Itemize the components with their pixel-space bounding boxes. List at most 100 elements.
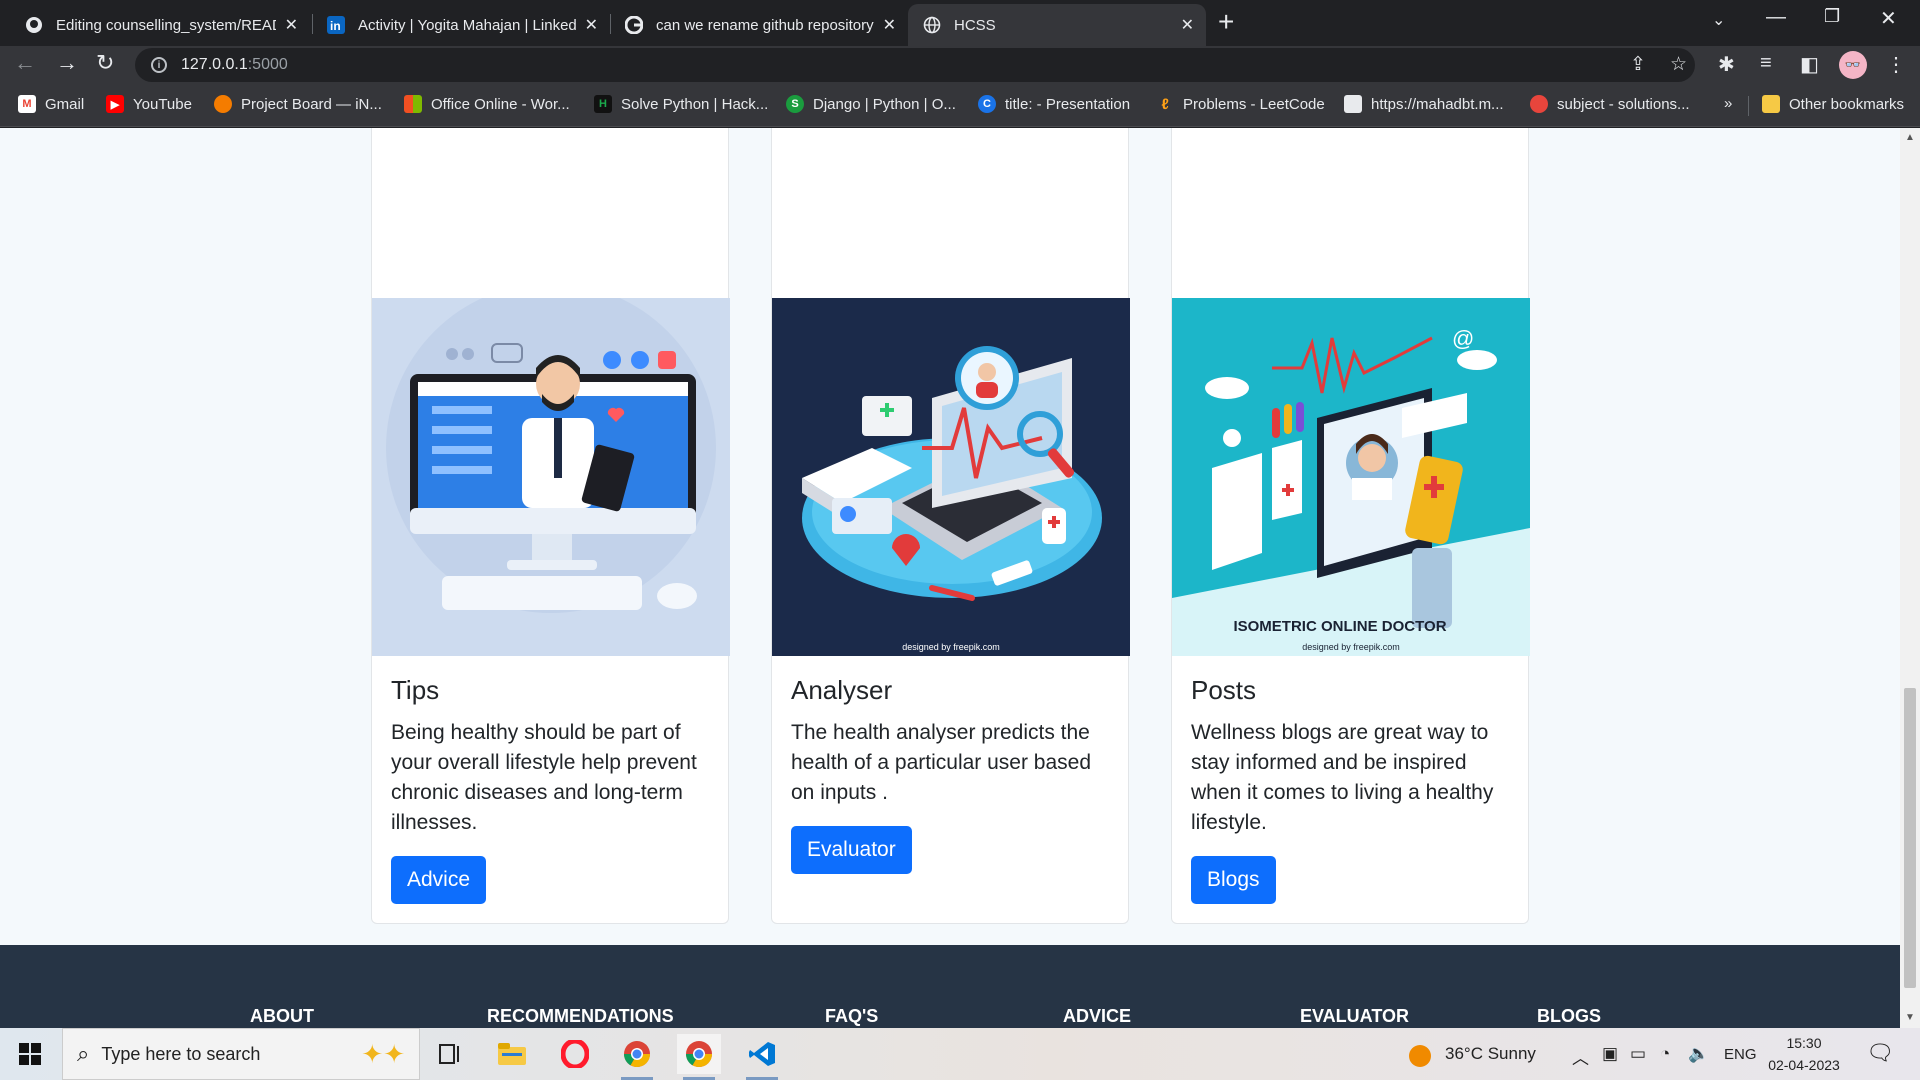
- close-tab-icon[interactable]: ✕: [585, 15, 598, 35]
- bookmark-presentation[interactable]: Ctitle: - Presentation: [978, 95, 1130, 113]
- bookmark-hackerrank[interactable]: H Solve Python | Hack...: [594, 95, 768, 113]
- forward-icon[interactable]: →: [56, 50, 78, 76]
- scroll-down-icon[interactable]: ▼: [1905, 1012, 1915, 1023]
- chrome-active-icon[interactable]: [677, 1034, 721, 1080]
- bookmark-gmail[interactable]: M Gmail: [18, 95, 84, 113]
- hackerrank-icon: H: [594, 95, 612, 113]
- scrollbar-thumb[interactable]: [1904, 688, 1916, 988]
- health-analysis-illustration: designed by freepik.com: [772, 298, 1130, 656]
- page-scrollbar[interactable]: ▲ ▼: [1900, 128, 1920, 1028]
- file-explorer-icon[interactable]: [490, 1034, 534, 1074]
- advice-button[interactable]: Advice: [391, 856, 487, 904]
- subject-icon: [1530, 95, 1548, 113]
- canva-icon: C: [978, 95, 996, 113]
- blogs-button[interactable]: Blogs: [1191, 856, 1276, 904]
- media-control-icon[interactable]: ≡: [1760, 52, 1772, 75]
- bookmark-django[interactable]: S Django | Python | O...: [786, 95, 956, 113]
- page-icon: [1344, 95, 1362, 113]
- footer-link-recommendations[interactable]: RECOMMENDATIONS: [487, 1006, 674, 1027]
- freepik-credit: designed by freepik.com: [902, 642, 1000, 652]
- restore-icon[interactable]: ❐: [1824, 6, 1840, 27]
- github-icon: [24, 15, 44, 35]
- minimize-icon[interactable]: —: [1766, 6, 1786, 29]
- volume-icon[interactable]: 🔈: [1688, 1044, 1709, 1064]
- menu-kebab-icon[interactable]: ⋮: [1886, 52, 1906, 77]
- footer-link-faqs[interactable]: FAQ'S: [825, 1006, 878, 1027]
- new-tab-icon[interactable]: +: [1218, 6, 1234, 38]
- profile-avatar[interactable]: 👓: [1839, 51, 1867, 79]
- share-icon[interactable]: ⇪: [1630, 53, 1646, 76]
- tray-chevron-up-icon[interactable]: ︿: [1572, 1044, 1589, 1069]
- scroll-up-icon[interactable]: ▲: [1905, 132, 1915, 143]
- svg-text:@: @: [1452, 326, 1474, 351]
- side-panel-icon[interactable]: ◧: [1800, 52, 1819, 77]
- vscode-icon[interactable]: [740, 1034, 784, 1080]
- footer-link-blogs[interactable]: BLOGS: [1537, 1006, 1601, 1027]
- bookmarks-overflow-icon[interactable]: »: [1724, 95, 1732, 112]
- bookmark-leetcode[interactable]: ℓ Problems - LeetCode: [1156, 95, 1324, 113]
- windows-taskbar: ⌕ Type here to search ✦✦ 36°C Sunny ︿ ▣ …: [0, 1028, 1920, 1080]
- isometric-online-doctor-illustration: @ ISOMETRIC ONLINE DOCTOR designed by fr…: [1172, 298, 1530, 656]
- search-icon: ⌕: [77, 1041, 90, 1066]
- taskbar-clock[interactable]: 15:30 02-04-2023: [1768, 1032, 1840, 1076]
- bookmark-other[interactable]: Other bookmarks: [1762, 95, 1904, 113]
- tab-github[interactable]: Editing counselling_system/READ ✕: [10, 4, 310, 46]
- weather-text[interactable]: 36°C Sunny: [1445, 1044, 1536, 1064]
- site-info-icon[interactable]: i: [151, 57, 167, 73]
- close-tab-icon[interactable]: ✕: [1181, 15, 1194, 35]
- illustration-banner: ISOMETRIC ONLINE DOCTOR: [1233, 618, 1446, 635]
- page-viewport: Tips Being healthy should be part of you…: [0, 128, 1920, 1028]
- close-tab-icon[interactable]: ✕: [883, 15, 896, 35]
- youtube-icon: ▶: [106, 95, 124, 113]
- footer-link-advice[interactable]: ADVICE: [1063, 1006, 1131, 1027]
- tab-google[interactable]: can we rename github repository ✕: [610, 4, 908, 46]
- tab-title: HCSS: [954, 16, 996, 34]
- bookmark-mahadbt[interactable]: https://mahadbt.m...: [1344, 95, 1504, 113]
- extensions-icon[interactable]: ✱: [1718, 52, 1735, 77]
- weather-sun-icon[interactable]: [1408, 1044, 1432, 1073]
- globe-icon: [922, 15, 942, 35]
- bookmark-office[interactable]: Office Online - Wor...: [404, 95, 570, 113]
- clock-date: 02-04-2023: [1768, 1057, 1840, 1073]
- taskbar-search-box[interactable]: ⌕ Type here to search ✦✦: [62, 1028, 420, 1080]
- evaluator-button[interactable]: Evaluator: [791, 826, 912, 874]
- clock-time: 15:30: [1786, 1035, 1822, 1051]
- language-indicator[interactable]: ENG: [1724, 1046, 1757, 1063]
- svg-text:in: in: [330, 19, 341, 33]
- url-text[interactable]: 127.0.0.1:5000: [181, 56, 288, 74]
- browser-tab-strip: Editing counselling_system/READ ✕ in Act…: [0, 0, 1920, 46]
- windows-start-icon[interactable]: [0, 1028, 60, 1080]
- tab-title: can we rename github repository: [656, 16, 874, 34]
- close-tab-icon[interactable]: ✕: [285, 15, 298, 35]
- window-close-icon[interactable]: ✕: [1880, 6, 1897, 31]
- footer-link-evaluator[interactable]: EVALUATOR: [1300, 1006, 1409, 1027]
- card-title: Posts: [1191, 675, 1257, 705]
- tab-linkedin[interactable]: in Activity | Yogita Mahajan | Linked ✕: [312, 4, 610, 46]
- tab-hcss[interactable]: HCSS ✕: [908, 4, 1206, 46]
- freepik-credit: designed by freepik.com: [1302, 642, 1400, 652]
- tab-search-chevron-icon[interactable]: ⌄: [1712, 10, 1725, 30]
- bookmark-project-board[interactable]: Project Board — iN...: [214, 95, 382, 113]
- notification-center-icon[interactable]: 🗨: [1866, 1040, 1894, 1066]
- battery-icon[interactable]: ▭: [1630, 1044, 1646, 1064]
- opera-icon[interactable]: [553, 1034, 597, 1074]
- task-view-icon[interactable]: [428, 1034, 472, 1074]
- bookmark-star-icon[interactable]: ☆: [1670, 53, 1687, 76]
- bookmarks-bar: M Gmail ▶ YouTube Project Board — iN... Of…: [0, 84, 1920, 127]
- footer-link-about[interactable]: ABOUT: [250, 1006, 314, 1027]
- google-icon: [624, 15, 644, 35]
- bookmark-youtube[interactable]: ▶ YouTube: [106, 95, 192, 113]
- reload-icon[interactable]: ↻: [96, 50, 114, 76]
- tab-title: Activity | Yogita Mahajan | Linked: [358, 16, 577, 34]
- back-icon[interactable]: ←: [14, 50, 36, 76]
- project-board-icon: [214, 95, 232, 113]
- chrome-icon[interactable]: [615, 1034, 659, 1080]
- linkedin-icon: in: [326, 15, 346, 35]
- online-doctor-illustration: [372, 298, 730, 656]
- bookmark-separator: [1748, 96, 1749, 116]
- bookmark-subject[interactable]: subject - solutions...: [1530, 95, 1690, 113]
- address-bar[interactable]: i 127.0.0.1:5000: [135, 48, 1695, 82]
- meet-now-icon[interactable]: ▣: [1602, 1044, 1618, 1064]
- card-text: Being healthy should be part of your ove…: [391, 721, 697, 834]
- wifi-icon[interactable]: ◔: [1660, 1044, 1670, 1064]
